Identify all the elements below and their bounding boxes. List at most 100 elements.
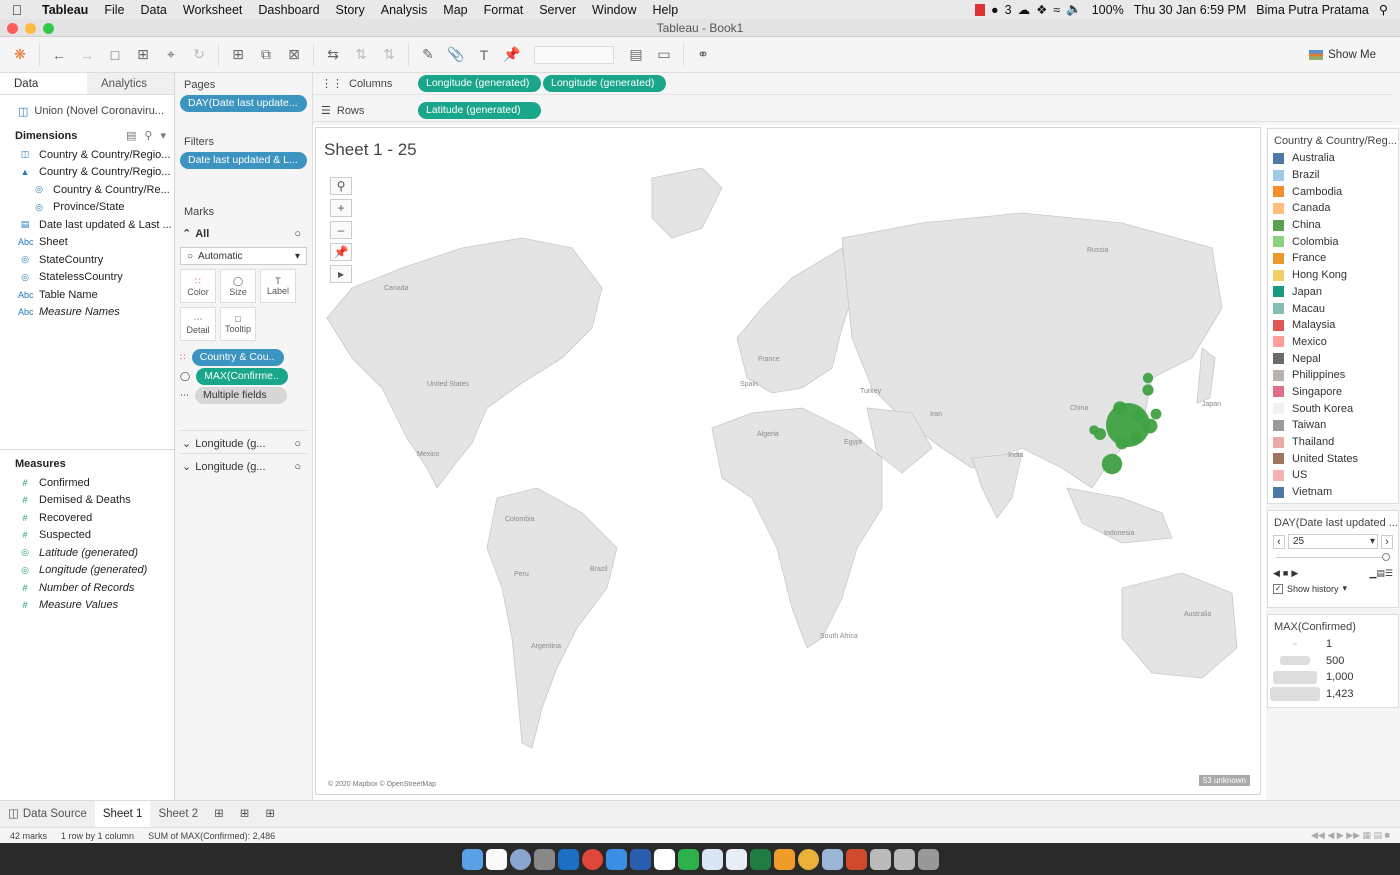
legend-item[interactable]: Macau [1268, 300, 1398, 317]
measure-field[interactable]: # Measure Values [0, 597, 174, 615]
status-icons[interactable]: ● 3 ☁ ❖ ≈ 🔈 [975, 2, 1082, 17]
sheet-tab-1[interactable]: Sheet 1 [94, 800, 151, 828]
legend-item[interactable]: Brazil [1268, 167, 1398, 184]
tab-analytics[interactable]: Analytics [87, 73, 174, 94]
refresh-icon[interactable]: ↻ [187, 43, 211, 67]
undo-icon[interactable]: ← [47, 43, 71, 67]
tooltip-button[interactable]: □ Tooltip [220, 307, 256, 341]
dimension-field[interactable]: Abc Measure Names [0, 304, 174, 322]
snowflake-icon[interactable] [701, 848, 723, 870]
sheet-tab-2[interactable]: Sheet 2 [150, 801, 206, 828]
legend-item[interactable]: Malaysia [1268, 317, 1398, 334]
color-pill[interactable]: Country & Cou.. [191, 349, 284, 366]
china-bubble[interactable] [1142, 384, 1154, 396]
save-icon[interactable]: □ [103, 43, 127, 67]
china-bubble[interactable] [1101, 453, 1123, 475]
show-history-checkbox[interactable]: ✓ [1273, 583, 1283, 594]
new-story-tab-icon[interactable]: ⊞ [257, 801, 283, 828]
pause-updates-icon[interactable]: ⌖ [159, 43, 183, 67]
slider-handle[interactable] [1382, 553, 1390, 561]
menu-server[interactable]: Server [531, 3, 584, 17]
pages-pill[interactable]: DAY(Date last update... [180, 95, 307, 112]
legend-item[interactable]: Australia [1268, 150, 1398, 167]
group-members-icon[interactable]: 📎 [444, 43, 468, 67]
clear-sheet-icon[interactable]: ⊠ [282, 43, 306, 67]
finder-icon[interactable] [461, 848, 483, 870]
presentation-mode-icon[interactable]: ▭ [652, 43, 676, 67]
legend-item[interactable]: Canada [1268, 200, 1398, 217]
legend-item[interactable]: Japan [1268, 284, 1398, 301]
legend-item[interactable]: United States [1268, 450, 1398, 467]
sheet-nav-icons[interactable]: ◀◀ ◀ ▶ ▶▶ ▦ ▤ ■ [1311, 830, 1390, 841]
china-bubble[interactable] [1131, 408, 1145, 422]
mark-type-dropdown[interactable]: ○ Automatic ▾ [180, 247, 307, 265]
tableau-icon[interactable] [725, 848, 747, 870]
chrome-icon[interactable] [581, 848, 603, 870]
legend-item[interactable]: South Korea [1268, 400, 1398, 417]
china-bubble[interactable] [1113, 401, 1127, 415]
menu-data[interactable]: Data [132, 3, 174, 17]
user-name[interactable]: Bima Putra Pratama [1256, 3, 1369, 17]
speed-icons[interactable]: ▁▤☰ [1370, 568, 1394, 579]
china-bubble[interactable] [1142, 418, 1158, 434]
legend-item[interactable]: Cambodia [1268, 183, 1398, 200]
menu-chevron-icon[interactable]: ▾ [160, 129, 166, 142]
dimension-field[interactable]: ▲ Country & Country/Regio... [0, 164, 174, 182]
sort-asc-icon[interactable]: ⇅ [349, 43, 373, 67]
china-bubble[interactable] [1130, 432, 1142, 444]
map-search-icon[interactable]: ⚲ [330, 177, 352, 195]
legend-item[interactable]: Mexico [1268, 334, 1398, 351]
color-button[interactable]: ∷ Color [180, 269, 216, 303]
powerpoint-icon[interactable] [845, 848, 867, 870]
prev-page-icon[interactable]: ‹ [1273, 534, 1285, 549]
legend-item[interactable]: Vietnam [1268, 484, 1398, 501]
rows-pill-1[interactable]: Latitude (generated) [418, 102, 541, 119]
map[interactable]: Canada United States Mexico Colombia Per… [322, 167, 1254, 790]
size-pill[interactable]: MAX(Confirme.. [196, 368, 289, 385]
new-worksheet-icon[interactable]: ⊞ [226, 43, 250, 67]
window-icon[interactable] [869, 848, 891, 870]
window-icon[interactable] [893, 848, 915, 870]
china-bubble[interactable] [1115, 436, 1129, 450]
china-bubble[interactable] [1150, 408, 1162, 420]
pin-icon[interactable]: 📌 [330, 243, 352, 261]
new-worksheet-tab-icon[interactable]: ⊞ [206, 801, 232, 828]
zoom-in-icon[interactable]: + [330, 199, 352, 217]
dimension-field[interactable]: ◎ StatelessCountry [0, 269, 174, 287]
preview-icon[interactable] [821, 848, 843, 870]
duplicate-sheet-icon[interactable]: ⧉ [254, 43, 278, 67]
label-button[interactable]: T Label [260, 269, 296, 303]
legend-item[interactable]: Philippines [1268, 367, 1398, 384]
dimension-field[interactable]: ▤ Date last updated & Last ... [0, 216, 174, 234]
longitude-card-1[interactable]: ⌄ Longitude (g... ○ [180, 430, 307, 453]
zoom-out-icon[interactable]: – [330, 221, 352, 239]
highlight-icon[interactable]: ✎ [416, 43, 440, 67]
menu-worksheet[interactable]: Worksheet [175, 3, 251, 17]
legend-item[interactable]: China [1268, 217, 1398, 234]
play-forward-icon[interactable]: ▶ [1291, 568, 1298, 579]
expand-toolbar-icon[interactable]: ▸ [330, 265, 352, 283]
search-icon[interactable]: ⚲ [144, 129, 152, 142]
measure-field[interactable]: # Confirmed [0, 474, 174, 492]
legend-item[interactable]: Colombia [1268, 233, 1398, 250]
china-bubble[interactable] [1089, 425, 1099, 435]
coin-icon[interactable] [797, 848, 819, 870]
chevron-down-icon[interactable]: ▾ [1343, 583, 1348, 594]
measure-field[interactable]: ◎ Latitude (generated) [0, 544, 174, 562]
spotlight-icon[interactable]: ⚲ [1379, 2, 1388, 17]
legend-item[interactable]: Taiwan [1268, 417, 1398, 434]
datasource-item[interactable]: ◫ Union (Novel Coronaviru... [0, 95, 174, 121]
trash-icon[interactable] [917, 848, 939, 870]
minimize-window-button[interactable] [25, 23, 36, 34]
measure-field[interactable]: # Suspected [0, 527, 174, 545]
filters-pill[interactable]: Date last updated & L... [180, 152, 307, 169]
new-datasource-icon[interactable]: ⊞ [131, 43, 155, 67]
fit-dropdown[interactable] [534, 45, 614, 64]
outlook-icon[interactable] [557, 848, 579, 870]
dimension-field[interactable]: Abc Sheet [0, 234, 174, 252]
tab-data[interactable]: Data [0, 73, 87, 94]
dimension-field[interactable]: Abc Table Name [0, 286, 174, 304]
apple-icon[interactable]:  [0, 2, 34, 18]
legend-item[interactable]: Nepal [1268, 350, 1398, 367]
view-as-list-icon[interactable]: ▤ [126, 129, 136, 142]
